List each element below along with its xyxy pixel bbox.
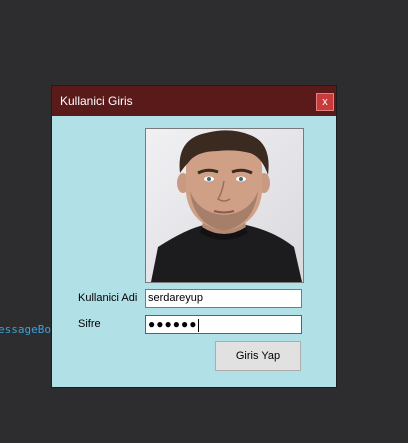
text-caret <box>197 318 199 332</box>
login-window: Kullanici Giris x Kullanici Adi serdarey… <box>52 86 336 387</box>
login-button[interactable]: Giris Yap <box>215 341 301 371</box>
password-field[interactable]: ●●●●●● <box>145 315 302 334</box>
username-label: Kullanici Adi <box>78 292 138 304</box>
username-field[interactable]: serdareyup <box>145 289 302 308</box>
password-value: ●●●●●● <box>148 317 198 331</box>
background-code-text: essageBo <box>0 323 51 336</box>
close-button[interactable]: x <box>316 93 334 111</box>
portrait-icon <box>146 129 303 282</box>
user-photo <box>145 128 304 283</box>
title-bar[interactable]: Kullanici Giris x <box>52 86 336 116</box>
window-title: Kullanici Giris <box>60 94 133 108</box>
password-label: Sifre <box>78 318 101 330</box>
